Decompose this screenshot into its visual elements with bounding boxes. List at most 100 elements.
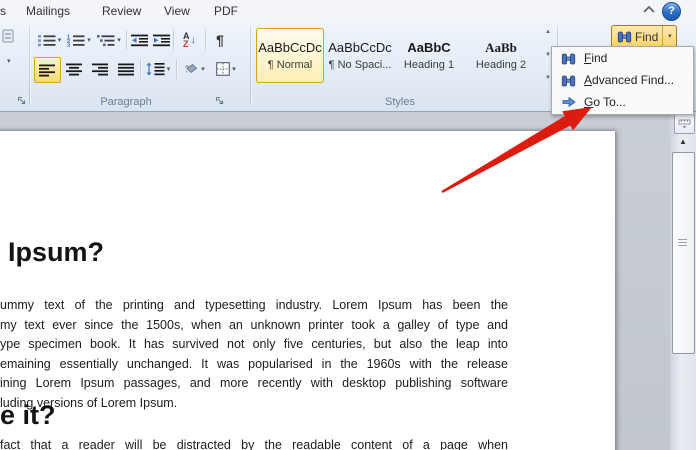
pilcrow-icon: ¶ xyxy=(216,32,224,48)
bullets-icon xyxy=(37,34,56,46)
multilevel-list-button[interactable]: ▾ xyxy=(95,29,123,51)
doc-heading2-fragment: e it? xyxy=(0,400,56,430)
dropdown-caret-icon: ▾ xyxy=(57,36,62,44)
line-spacing-button[interactable]: ▾ xyxy=(143,57,173,81)
increase-indent-button[interactable] xyxy=(151,29,171,51)
scroll-up-button[interactable]: ▲ xyxy=(672,135,694,149)
dropdown-caret-icon: ▾ xyxy=(117,36,121,44)
style-preview: AaBb xyxy=(485,40,517,55)
style-name: Heading 1 xyxy=(403,59,455,71)
style-chip-no-spacing[interactable]: AaBbCcDc ¶ No Spaci... xyxy=(326,28,394,83)
style-preview: AaBbCcDc xyxy=(328,40,392,55)
style-chip-heading2[interactable]: AaBb Heading 2 xyxy=(462,28,540,83)
sort-icon: AZ xyxy=(183,31,190,49)
sort-button[interactable]: AZ ↓ xyxy=(176,29,203,51)
doc-paragraph: ummy text of the printing and typesettin… xyxy=(0,296,508,414)
find-dropdown-arrow[interactable]: ▾ xyxy=(662,26,676,47)
find-dropdown-menu: Find Advanced Find... Go To... xyxy=(551,46,694,115)
font-dialog-launcher-icon[interactable] xyxy=(17,96,27,106)
align-left-icon xyxy=(39,64,55,76)
scrollbar-thumb[interactable] xyxy=(672,152,695,354)
find-button-main[interactable]: Find xyxy=(612,26,662,47)
button-separator xyxy=(176,59,177,79)
show-paragraph-marks-button[interactable]: ¶ xyxy=(209,29,231,51)
doc-line: ummy text of the printing and typesettin… xyxy=(0,298,508,312)
style-preview: AaBbC xyxy=(407,40,451,55)
style-name: ¶ Normal xyxy=(267,59,313,71)
align-right-button[interactable] xyxy=(88,57,112,81)
tab-view[interactable]: View xyxy=(164,0,190,22)
ruler-toggle-button[interactable] xyxy=(674,114,695,134)
binoculars-icon xyxy=(617,31,632,43)
menu-item-go-to[interactable]: Go To... xyxy=(553,91,692,113)
style-name: ¶ No Spaci... xyxy=(328,59,392,71)
doc-line: luding versions of Lorem Ipsum. xyxy=(0,395,178,410)
style-chip-normal[interactable]: AaBbCcDc ¶ Normal xyxy=(256,28,324,83)
ruler-icon xyxy=(678,119,691,129)
dropdown-caret-icon: ▾ xyxy=(87,36,91,44)
svg-text:3: 3 xyxy=(67,43,70,47)
numbering-button[interactable]: 123 ▾ xyxy=(65,29,93,51)
dropdown-caret-icon: ▾ xyxy=(668,33,672,40)
tab-pdf[interactable]: PDF xyxy=(214,0,238,22)
clipped-group-dropdown-icon[interactable]: ▾ xyxy=(7,58,11,65)
menu-item-label: Find xyxy=(584,51,608,65)
menu-item-label: Go To... xyxy=(584,95,626,109)
ribbon-tab-bar: s Mailings Review View PDF ? xyxy=(0,0,696,22)
group-separator xyxy=(250,26,251,104)
doc-bottom-line-fragment: fact that a reader will be distracted by… xyxy=(0,438,508,450)
word-window: s Mailings Review View PDF ? ▾ ▾ 123 ▾ ▾… xyxy=(0,0,696,450)
binoculars-icon xyxy=(553,52,584,65)
find-button-label: Find xyxy=(635,29,659,44)
tab-references-partial[interactable]: s xyxy=(0,0,6,22)
borders-button[interactable]: ▾ xyxy=(211,57,241,81)
shading-button[interactable]: ▾ xyxy=(179,57,209,81)
thumb-grip-icon xyxy=(678,239,687,247)
button-separator xyxy=(126,30,127,50)
align-center-icon xyxy=(65,63,82,75)
menu-item-label: Advanced Find... xyxy=(584,73,675,87)
style-preview: AaBbCcDc xyxy=(258,40,322,55)
minimize-ribbon-icon[interactable] xyxy=(642,4,656,16)
button-separator xyxy=(140,59,141,79)
style-name: Heading 2 xyxy=(475,59,527,71)
clipped-group-icon[interactable] xyxy=(2,28,15,44)
dropdown-caret-icon: ▾ xyxy=(201,65,205,73)
styles-group-label: Styles xyxy=(385,96,415,108)
decrease-indent-button[interactable] xyxy=(129,29,149,51)
menu-item-find[interactable]: Find xyxy=(553,47,692,69)
align-right-icon xyxy=(91,63,108,75)
justify-button[interactable] xyxy=(114,57,138,81)
multilevel-list-icon xyxy=(97,34,115,46)
shading-bucket-icon xyxy=(185,63,198,74)
align-left-button[interactable] xyxy=(34,57,61,83)
paragraph-group-label: Paragraph xyxy=(100,96,152,108)
bullets-button[interactable]: ▾ xyxy=(36,29,63,51)
gallery-up-icon[interactable]: ▲ xyxy=(545,29,551,35)
doc-line: ining Lorem Ipsum passages, and more rec… xyxy=(0,376,508,391)
help-button[interactable]: ? xyxy=(662,2,681,21)
line-spacing-icon xyxy=(146,62,165,76)
borders-icon xyxy=(216,62,231,76)
find-split-button[interactable]: Find ▾ xyxy=(611,25,678,48)
align-center-button[interactable] xyxy=(62,57,86,81)
tab-review[interactable]: Review xyxy=(102,0,141,22)
sort-arrow-icon: ↓ xyxy=(190,34,197,46)
menu-item-advanced-find[interactable]: Advanced Find... xyxy=(553,69,692,91)
button-separator xyxy=(173,30,174,50)
binoculars-icon xyxy=(553,74,584,87)
tab-mailings[interactable]: Mailings xyxy=(26,0,70,22)
doc-line: emaining essentially unchanged. It was p… xyxy=(0,356,508,371)
group-separator xyxy=(29,26,30,104)
doc-line: ype specimen book. It has survived not o… xyxy=(0,337,508,352)
go-to-arrow-icon xyxy=(553,96,584,108)
button-separator xyxy=(205,30,206,50)
doc-heading1-fragment: Ipsum? xyxy=(8,237,105,267)
doc-line: my text ever since the 1500s, when an un… xyxy=(0,317,508,332)
dropdown-caret-icon: ▾ xyxy=(166,65,171,73)
increase-indent-icon xyxy=(152,34,170,46)
numbering-icon: 123 xyxy=(67,34,85,47)
justify-icon xyxy=(117,63,134,75)
style-chip-heading1[interactable]: AaBbC Heading 1 xyxy=(396,28,462,83)
paragraph-dialog-launcher-icon[interactable] xyxy=(215,96,225,106)
